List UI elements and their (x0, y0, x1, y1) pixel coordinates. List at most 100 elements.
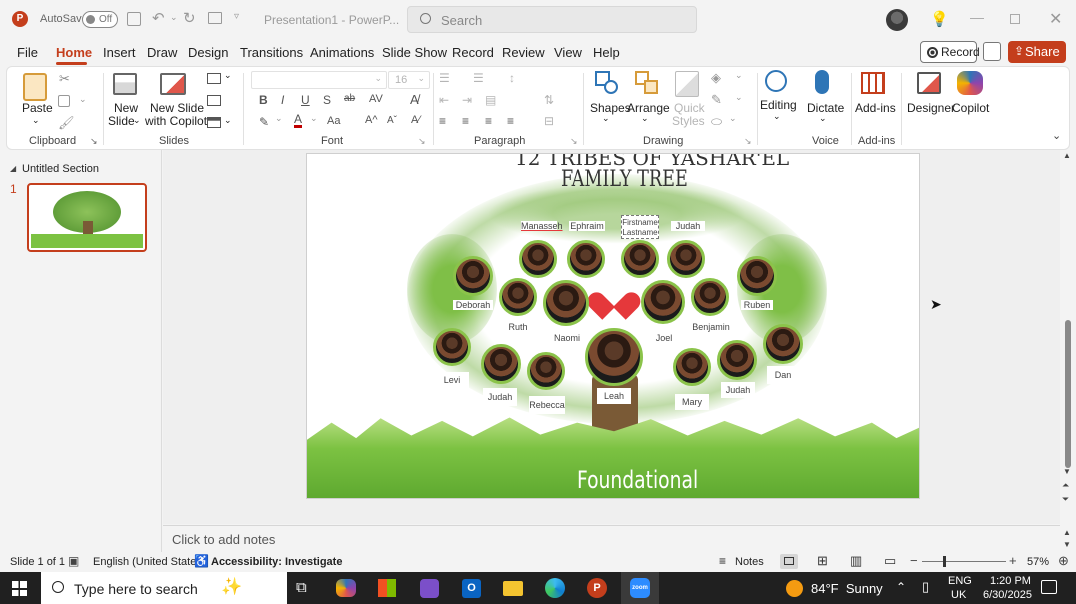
tab-help[interactable]: Help (593, 45, 620, 60)
slide-canvas[interactable]: 12 TRIBES OF YASHAR'EL FAMILY TREE Manas… (306, 153, 920, 499)
layout-icon[interactable] (207, 73, 221, 84)
tab-review[interactable]: Review (502, 45, 545, 60)
language-indicator-line1[interactable]: ENG (948, 575, 972, 587)
tab-record[interactable]: Record (452, 45, 494, 60)
editing-dropdown-icon[interactable]: ⌄ (773, 111, 781, 122)
justify-icon[interactable]: ≡ (507, 114, 514, 128)
addins-label[interactable]: Add-ins (855, 101, 896, 115)
layout-dropdown-icon[interactable]: ⌄ (224, 70, 232, 81)
minimize-icon[interactable]: — (970, 9, 984, 25)
tab-file[interactable]: File (17, 45, 38, 60)
numbering-icon[interactable]: ☰ (473, 71, 484, 85)
zoom-in-icon[interactable]: + (1009, 553, 1017, 568)
shape-outline-dropdown-icon[interactable]: ⌄ (735, 92, 743, 103)
font-color-icon[interactable]: A (294, 113, 303, 128)
tab-insert[interactable]: Insert (103, 45, 136, 60)
copy-dropdown-icon[interactable]: ⌄ (79, 94, 87, 105)
align-left-icon[interactable]: ≡ (439, 114, 446, 128)
tab-animations[interactable]: Animations (310, 45, 374, 60)
editing-icon[interactable] (765, 70, 787, 92)
undo-icon[interactable]: ↶ (152, 9, 165, 27)
strikethrough-icon[interactable]: ab (344, 93, 355, 104)
weather-text[interactable]: 84°F Sunny (811, 581, 883, 596)
tab-view[interactable]: View (554, 45, 582, 60)
shape-fill-dropdown-icon[interactable]: ⌄ (735, 70, 743, 81)
zoom-out-icon[interactable]: − (910, 553, 918, 568)
clipboard-launcher-icon[interactable]: ↘ (90, 136, 98, 147)
zoom-level[interactable]: 57% (1027, 556, 1049, 568)
align-text-icon[interactable]: ⊟ (544, 114, 554, 128)
new-slide-copilot-icon[interactable] (160, 73, 186, 95)
drawing-launcher-icon[interactable]: ↘ (744, 136, 752, 147)
designer-icon[interactable] (917, 72, 941, 94)
restore-icon[interactable] (1010, 14, 1020, 24)
paragraph-launcher-icon[interactable]: ↘ (570, 136, 578, 147)
shapes-icon[interactable] (595, 71, 619, 95)
shapes-dropdown-icon[interactable]: ⌄ (602, 113, 610, 124)
dictate-icon[interactable] (815, 70, 829, 94)
new-slide-dropdown-icon[interactable]: ⌄ (133, 115, 141, 126)
section-dropdown-icon[interactable]: ⌄ (224, 115, 232, 126)
bullets-icon[interactable]: ☰ (439, 71, 450, 85)
visual-studio-icon[interactable] (420, 579, 439, 598)
share-button[interactable]: ⇪ Share (1008, 41, 1066, 63)
paste-dropdown-icon[interactable]: ⌄ (32, 115, 40, 126)
outlook-icon[interactable]: O (462, 579, 481, 598)
text-direction-icon[interactable]: ⇅ (544, 93, 554, 107)
file-explorer-icon[interactable] (503, 581, 523, 596)
bold-icon[interactable]: B (259, 93, 268, 107)
section-title[interactable]: Untitled Section (22, 163, 99, 175)
new-slide-icon[interactable] (113, 73, 137, 95)
tab-slide-show[interactable]: Slide Show (382, 45, 447, 60)
taskbar-search-box[interactable]: Type here to search ✨ (41, 572, 287, 604)
line-spacing-icon[interactable]: ↕ (509, 71, 515, 85)
taskbar-copilot-icon[interactable] (336, 579, 356, 597)
ribbon-collapse-icon[interactable]: ⌄ (1052, 129, 1061, 142)
save-icon[interactable] (127, 12, 141, 26)
format-painter-icon[interactable]: 🖌 (58, 115, 75, 131)
edge-icon[interactable] (545, 578, 565, 598)
quick-styles-label-2[interactable]: Styles (672, 114, 705, 128)
next-slide-icon[interactable]: ⏷ (1062, 494, 1069, 505)
notes-pane[interactable]: Click to add notes (163, 525, 1060, 552)
microsoft-store-icon[interactable] (378, 579, 396, 597)
scroll-up-icon[interactable]: ▲ (1063, 151, 1071, 160)
language-indicator-line2[interactable]: UK (951, 589, 966, 601)
comments-icon[interactable] (983, 42, 1001, 61)
copilot-label[interactable]: Copilot (952, 101, 989, 115)
shapes-label[interactable]: Shapes (590, 101, 631, 115)
clock-time[interactable]: 1:20 PM (990, 575, 1031, 587)
change-case-icon[interactable]: Aa (327, 115, 340, 127)
reading-view-icon[interactable]: ▥ (850, 553, 862, 569)
shape-effects-icon[interactable]: ⬭ (711, 114, 722, 130)
quick-styles-label-1[interactable]: Quick (674, 101, 705, 115)
paste-button[interactable]: Paste (22, 101, 53, 115)
presenter-icon[interactable] (208, 12, 222, 24)
tab-home[interactable]: Home (56, 45, 92, 60)
cut-icon[interactable]: ✂ (59, 71, 70, 87)
dictate-dropdown-icon[interactable]: ⌄ (819, 113, 827, 124)
quick-styles-icon[interactable] (675, 71, 699, 97)
shape-effects-dropdown-icon[interactable]: ⌄ (729, 113, 737, 124)
arrange-dropdown-icon[interactable]: ⌄ (641, 113, 649, 124)
highlight-icon[interactable]: ✎ (259, 115, 269, 129)
battery-icon[interactable]: ▯ (922, 579, 929, 595)
clear-formatting-icon[interactable]: A̸ (410, 92, 419, 107)
accessibility-status[interactable]: Accessibility: Investigate (211, 556, 342, 568)
font-family-box[interactable]: ⌄ (251, 71, 387, 89)
align-right-icon[interactable]: ≡ (485, 114, 492, 128)
font-size-box[interactable]: 16 ⌄ (388, 71, 430, 89)
text-effects-icon[interactable]: A⁄ (411, 114, 420, 126)
increase-indent-icon[interactable]: ⇥ (462, 93, 472, 107)
task-view-icon[interactable]: ⧉ (296, 579, 307, 596)
close-icon[interactable]: ✕ (1049, 9, 1062, 29)
tab-design[interactable]: Design (188, 45, 228, 60)
align-center-icon[interactable]: ≡ (462, 114, 469, 128)
tray-overflow-icon[interactable]: ⌃ (896, 580, 906, 594)
undo-dropdown-icon[interactable]: ⌄ (170, 12, 178, 23)
spellcheck-icon[interactable]: ▣ (68, 554, 79, 568)
zoom-slider-thumb[interactable] (943, 556, 946, 567)
arrange-icon[interactable] (635, 71, 661, 95)
shape-outline-icon[interactable]: ✎ (711, 92, 722, 108)
shape-fill-icon[interactable]: ◈ (711, 70, 721, 86)
